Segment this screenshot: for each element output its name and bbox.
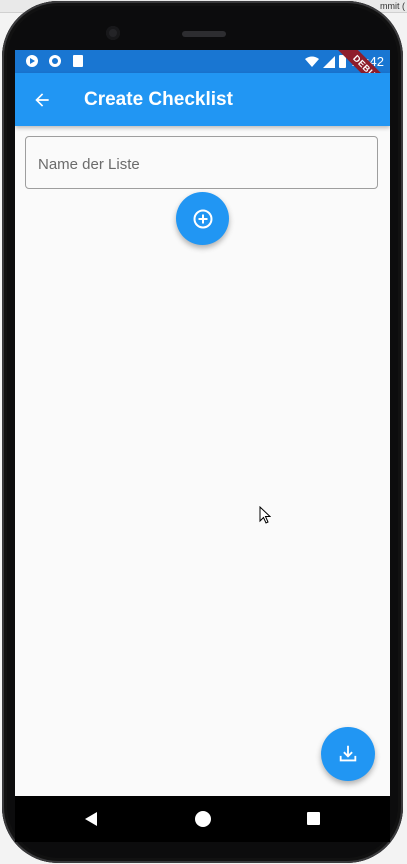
status-icons: [305, 55, 346, 68]
list-name-field[interactable]: [25, 136, 378, 189]
arrow-back-icon: [35, 93, 49, 107]
android-nav-bar: [15, 796, 390, 842]
save-checklist-button[interactable]: [321, 727, 375, 781]
front-camera-icon: [106, 26, 120, 40]
back-button[interactable]: [27, 85, 57, 115]
download-icon: [339, 745, 357, 762]
host-edge-text: mmit (: [380, 1, 405, 11]
add-item-button[interactable]: [176, 192, 229, 245]
signal-icon: [323, 55, 335, 68]
mouse-cursor-icon: [259, 506, 271, 524]
nav-home-circle-icon[interactable]: [195, 811, 211, 827]
nav-recent-square-icon[interactable]: [307, 812, 320, 825]
wifi-icon: [305, 56, 319, 67]
app-screen: 18:42 DEBUG Create Checklist: [15, 50, 390, 796]
status-bar: 18:42 DEBUG: [15, 50, 390, 106]
nav-back-triangle-icon[interactable]: [85, 812, 97, 826]
sd-card-notification-icon: [73, 55, 83, 67]
app-bar: Create Checklist: [15, 73, 390, 126]
page-title: Create Checklist: [84, 89, 233, 110]
play-store-notification-icon: [26, 55, 38, 67]
add-circle-outline-icon: [193, 209, 212, 228]
record-notification-icon: [49, 55, 61, 67]
earpiece-speaker: [182, 31, 226, 37]
list-name-input[interactable]: [36, 151, 360, 177]
